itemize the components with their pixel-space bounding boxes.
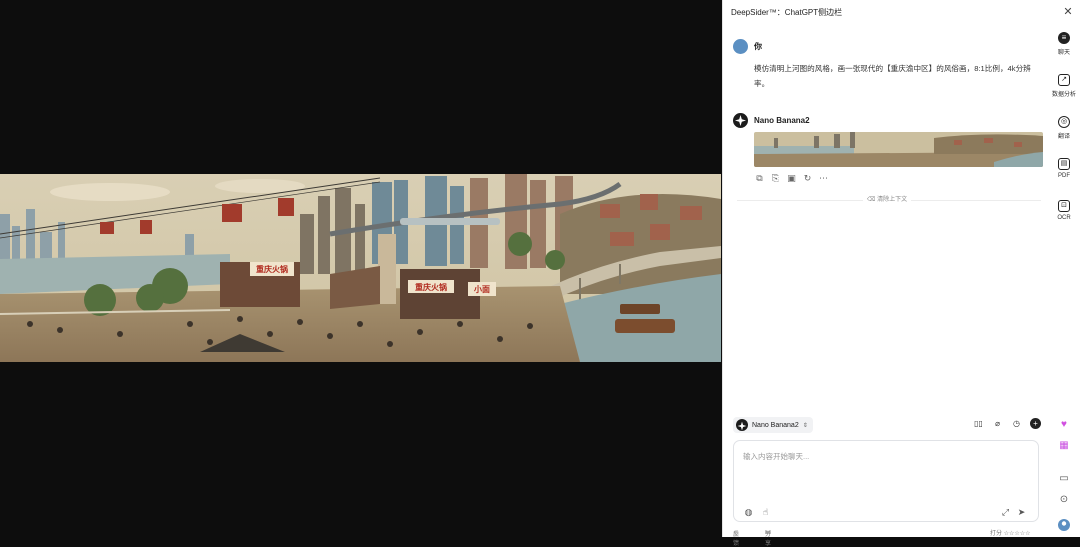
history-icon[interactable]: ◷ [1011, 418, 1022, 429]
close-icon[interactable]: ✕ [1061, 5, 1075, 19]
rail-item-data-analysis[interactable]: ↗ 数据分析 [1049, 74, 1079, 98]
context-divider: ⌫ 清除上下文 [737, 195, 1041, 205]
chat-input[interactable] [743, 449, 1023, 463]
user-message-text: 模仿清明上河图的风格，画一张现代的【重庆渝中区】的风俗画，8:1比例，4k分辨率… [754, 64, 1031, 88]
model-icon [736, 419, 748, 431]
panel-header: DeepSider™：ChatGPT侧边栏 ✕ [723, 0, 1080, 24]
export-icon[interactable]: ⎘ [770, 173, 781, 184]
panel-title: DeepSider™：ChatGPT侧边栏 [731, 8, 843, 17]
rating-control[interactable]: 打分 ☆☆☆☆☆ [990, 528, 1031, 537]
rail-label: 翻译 [1057, 134, 1070, 140]
globe-icon[interactable]: ◍ [743, 507, 754, 518]
book-icon[interactable]: ▯▯ [973, 418, 984, 429]
send-icon[interactable]: ➤ [1016, 507, 1027, 518]
rail-label: PDF [1058, 173, 1070, 179]
composer-toolbar: Nano Banana2 ⇕ ▯▯ ⌀ ◷ + [731, 417, 1041, 433]
pdf-icon: ▤ [1058, 158, 1070, 170]
data-analysis-icon: ↗ [1058, 74, 1070, 86]
thumbnail-image [754, 132, 1043, 167]
user-name: 你 [754, 42, 762, 51]
expand-icon[interactable]: ⤢ [1000, 507, 1011, 518]
image-icon[interactable]: ▣ [786, 173, 797, 184]
feedback-label: 反馈 [733, 532, 740, 547]
hand-pointer-icon[interactable]: ☝ [760, 507, 771, 518]
more-icon[interactable]: ⋯ [818, 173, 829, 184]
panel-footer: ⓘ 反馈 ⋈ 分享 打分 ☆☆☆☆☆ [733, 527, 1039, 547]
user-message: 你 模仿清明上河图的风格，画一张现代的【重庆渝中区】的风俗画，8:1比例，4k分… [733, 39, 1038, 91]
heart-icon[interactable]: ♥ [1058, 419, 1070, 431]
svg-text:小面: 小面 [473, 284, 490, 294]
svg-text:重庆火锅: 重庆火锅 [256, 264, 288, 274]
chevron-updown-icon: ⇕ [802, 422, 808, 429]
chat-icon: ≡ [1058, 32, 1070, 44]
rail-label: 数据分析 [1051, 92, 1076, 98]
generated-image-thumbnail[interactable] [754, 132, 1043, 167]
clear-context-label: 清除上下文 [877, 197, 908, 203]
bot-name: Nano Banana2 [754, 116, 810, 125]
share-label: 分享 [765, 532, 772, 547]
chongqing-panorama-image: 重庆火锅 重庆火锅 小面 [0, 174, 721, 362]
composer-tools: ▯▯ ⌀ ◷ + [973, 418, 1041, 429]
translate-icon: ◎ [1058, 116, 1070, 128]
svg-text:重庆火锅: 重庆火锅 [415, 282, 447, 292]
rail-item-translate[interactable]: ◎ 翻译 [1049, 116, 1079, 140]
bot-avatar-icon [733, 113, 748, 128]
attachment-icon[interactable]: ⌀ [992, 418, 1003, 429]
rail-item-chat[interactable]: ≡ 聊天 [1049, 32, 1079, 56]
profile-avatar-icon[interactable] [1058, 519, 1070, 531]
gift-icon[interactable]: ▦ [1058, 440, 1070, 452]
ocr-icon: ⊡ [1058, 200, 1070, 212]
image-viewer: 重庆火锅 重庆火锅 小面 [0, 0, 721, 537]
new-chat-icon[interactable]: + [1030, 418, 1041, 429]
copy-icon[interactable]: ⧉ [754, 173, 765, 184]
model-selector[interactable]: Nano Banana2 ⇕ [733, 417, 813, 433]
rail-item-ocr[interactable]: ⊡ OCR [1049, 200, 1079, 221]
generated-painting[interactable]: 重庆火锅 重庆火锅 小面 [0, 174, 721, 362]
bot-message: Nano Banana2 ⧉ ⎘ ▣ ↻ ⋯ [733, 113, 1043, 184]
rail-label: OCR [1057, 215, 1071, 221]
rail-label: 聊天 [1057, 50, 1070, 56]
rail-item-pdf[interactable]: ▤ PDF [1049, 158, 1079, 179]
settings-icon[interactable]: ⊙ [1058, 494, 1070, 506]
refresh-icon[interactable]: ↻ [802, 173, 813, 184]
model-name: Nano Banana2 [752, 421, 799, 429]
message-actions: ⧉ ⎘ ▣ ↻ ⋯ [754, 173, 1043, 184]
eraser-icon: ⌫ [867, 197, 876, 203]
clear-context-button[interactable]: ⌫ 清除上下文 [863, 195, 912, 205]
user-avatar-icon [733, 39, 748, 54]
deepsider-side-panel: DeepSider™：ChatGPT侧边栏 ✕ 你 模仿清明上河图的风格，画一张… [722, 0, 1080, 547]
notes-icon[interactable]: ▭ [1058, 473, 1070, 485]
message-composer: ◍ ☝ ⤢ ➤ [733, 440, 1039, 522]
chat-thread: 你 模仿清明上河图的风格，画一张现代的【重庆渝中区】的风俗画，8:1比例，4k分… [723, 34, 1045, 414]
